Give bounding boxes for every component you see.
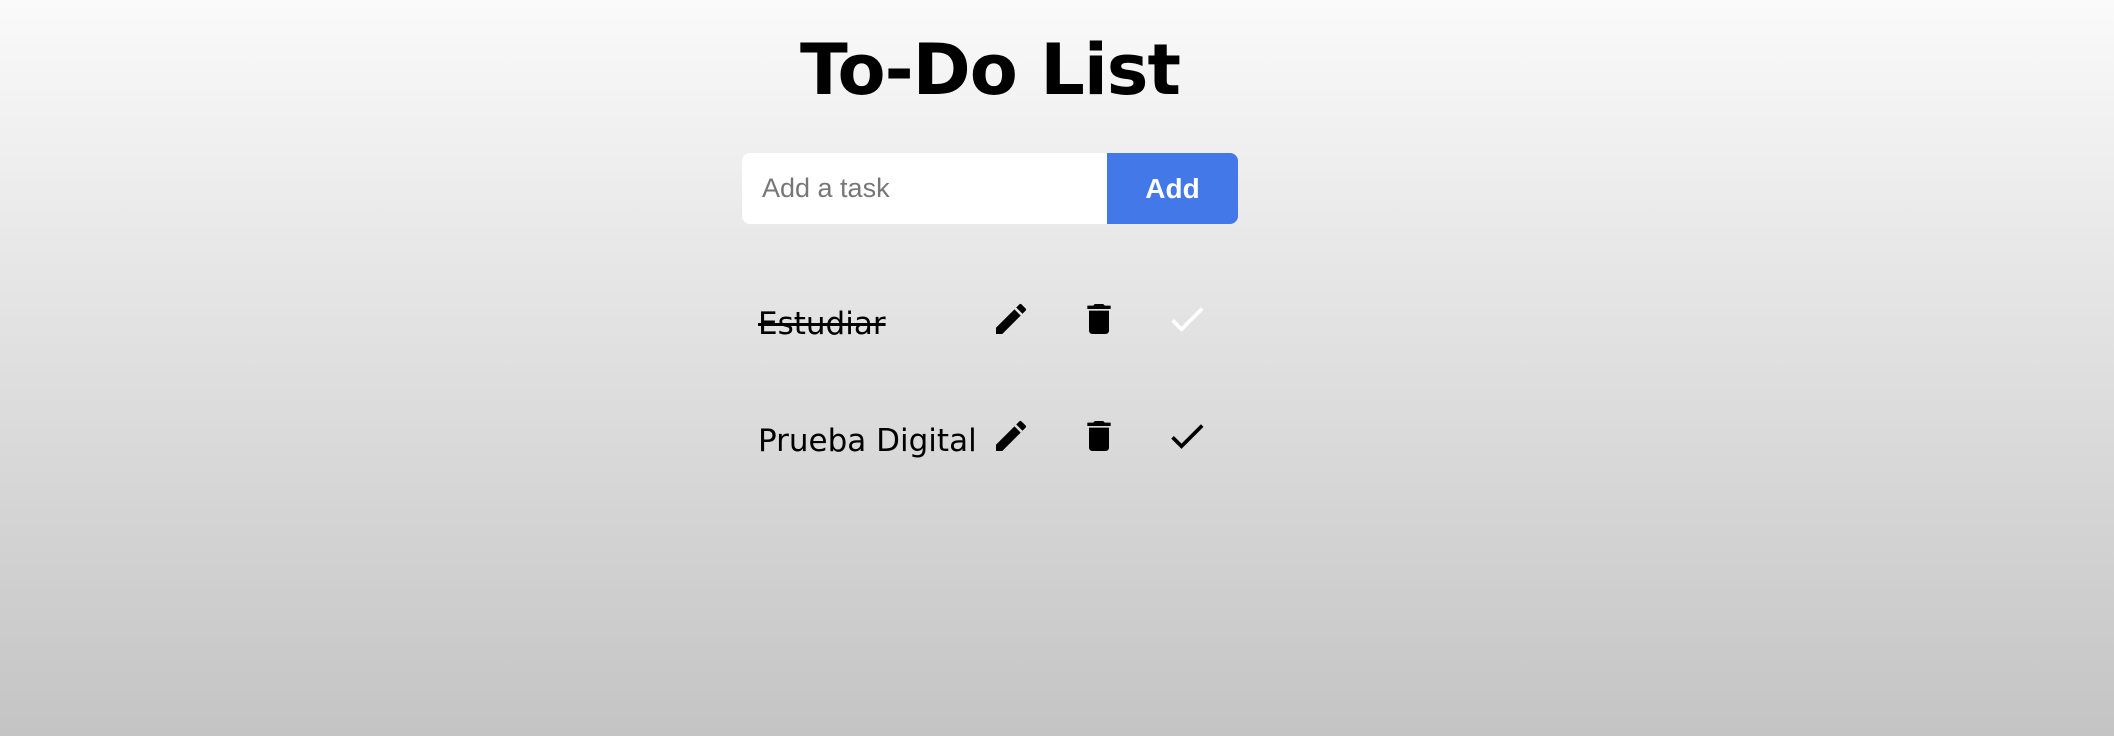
add-task-form: Add <box>742 153 1238 224</box>
task-item: Estudiar <box>758 280 1238 397</box>
edit-button[interactable] <box>986 294 1036 344</box>
page-title: To-Do List <box>800 29 1181 111</box>
trash-icon <box>1087 421 1111 451</box>
task-text: Prueba Digital <box>758 423 977 459</box>
delete-button[interactable] <box>1074 294 1124 344</box>
add-button[interactable]: Add <box>1107 153 1238 224</box>
check-icon <box>1171 424 1204 449</box>
edit-button[interactable] <box>986 411 1036 461</box>
task-text: Estudiar <box>758 306 886 342</box>
todo-app: To-Do List Add Estudiar <box>0 0 2114 736</box>
complete-button[interactable] <box>1162 411 1212 461</box>
trash-icon <box>1087 304 1111 334</box>
complete-button[interactable] <box>1162 294 1212 344</box>
task-list: Estudiar Prueba Digital <box>758 280 1238 514</box>
pencil-icon <box>996 420 1027 451</box>
pencil-icon <box>996 303 1027 334</box>
task-item: Prueba Digital <box>758 397 1238 514</box>
delete-button[interactable] <box>1074 411 1124 461</box>
check-icon <box>1171 307 1204 332</box>
task-input[interactable] <box>742 153 1107 224</box>
